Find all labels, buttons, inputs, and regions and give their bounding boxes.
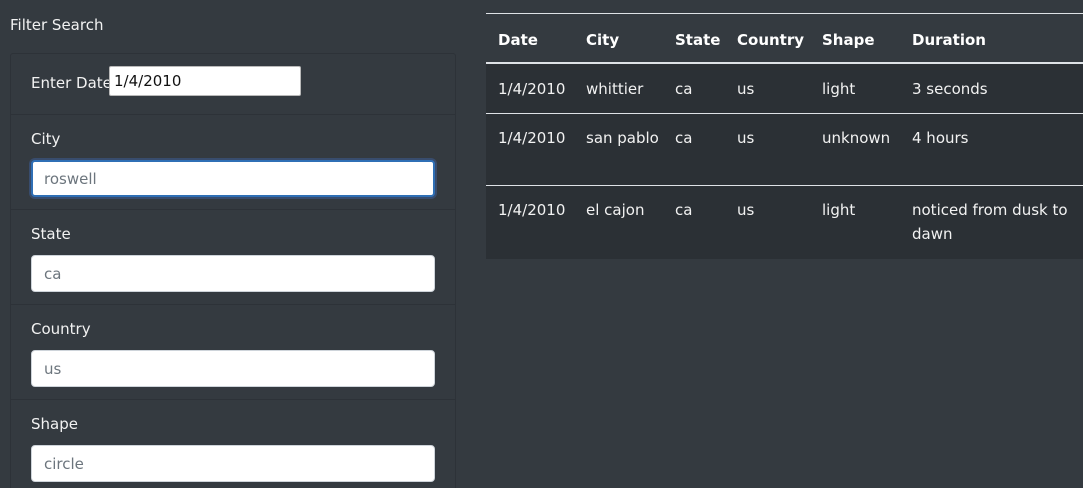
filter-item-city: City — [11, 114, 455, 210]
filter-panel: Enter Date City State Country Shape — [10, 53, 456, 488]
cell-country: us — [737, 201, 755, 219]
shape-label: Shape — [31, 415, 78, 433]
cell-shape: unknown — [822, 129, 891, 147]
shape-input[interactable] — [31, 445, 435, 482]
filter-item-country: Country — [11, 304, 455, 400]
cell-city: el cajon — [586, 201, 645, 219]
header-city: City — [586, 31, 620, 49]
cell-state: ca — [675, 201, 693, 219]
cell-date: 1/4/2010 — [498, 201, 566, 219]
date-input[interactable] — [109, 66, 301, 96]
country-input[interactable] — [31, 350, 435, 387]
filter-item-date: Enter Date — [11, 54, 455, 114]
table-row: 1/4/2010 el cajon ca us light noticed fr… — [486, 186, 1083, 259]
header-duration: Duration — [912, 31, 986, 49]
cell-city: san pablo — [586, 129, 659, 147]
cell-duration: 3 seconds — [912, 80, 988, 98]
header-country: Country — [737, 31, 805, 49]
cell-state: ca — [675, 80, 693, 98]
cell-date: 1/4/2010 — [498, 80, 566, 98]
cell-shape: light — [822, 80, 856, 98]
filter-search-title: Filter Search — [10, 16, 104, 34]
cell-country: us — [737, 80, 755, 98]
filter-item-shape: Shape — [11, 399, 455, 488]
state-label: State — [31, 225, 71, 243]
header-state: State — [675, 31, 721, 49]
country-label: Country — [31, 320, 91, 338]
state-input[interactable] — [31, 255, 435, 292]
cell-city: whittier — [586, 80, 644, 98]
date-label: Enter Date — [31, 74, 112, 92]
city-input[interactable] — [31, 160, 435, 197]
cell-date: 1/4/2010 — [498, 129, 566, 147]
results-table: Date City State Country Shape Duration 1… — [486, 13, 1083, 259]
page: Filter Search Enter Date City State Coun… — [0, 0, 1083, 488]
cell-duration: 4 hours — [912, 129, 969, 147]
table-row: 1/4/2010 san pablo ca us unknown 4 hours — [486, 114, 1083, 186]
cell-shape: light — [822, 201, 856, 219]
cell-country: us — [737, 129, 755, 147]
filter-item-state: State — [11, 209, 455, 305]
cell-duration: noticed from dusk to dawn — [912, 201, 1068, 243]
header-shape: Shape — [822, 31, 875, 49]
table-row: 1/4/2010 whittier ca us light 3 seconds — [486, 64, 1083, 113]
cell-state: ca — [675, 129, 693, 147]
table-header: Date City State Country Shape Duration — [486, 13, 1083, 63]
header-date: Date — [498, 31, 538, 49]
city-label: City — [31, 130, 61, 148]
